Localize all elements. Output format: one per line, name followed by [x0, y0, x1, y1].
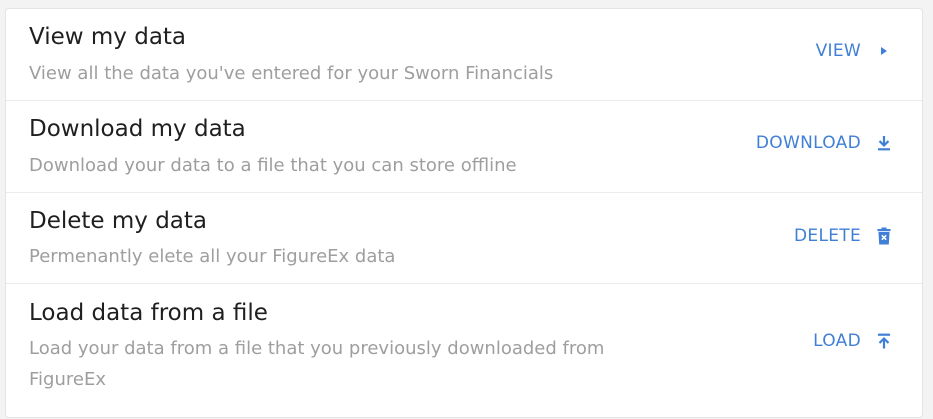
load-data-description-line2: FigureEx [29, 369, 106, 390]
view-data-description: View all the data you've entered for you… [29, 63, 554, 84]
load-data-row: Load data from a file Load your data fro… [6, 284, 922, 419]
delete-button-label: DELETE [794, 226, 861, 246]
download-button-label: DOWNLOAD [755, 133, 861, 153]
trash-icon [876, 227, 892, 245]
delete-data-description: Permenantly elete all your FigureEx data [29, 246, 396, 267]
delete-button[interactable]: DELETE [794, 226, 892, 246]
download-data-row: Download my data Download your data to a… [6, 101, 922, 193]
load-button[interactable]: LOAD [813, 331, 892, 351]
view-data-row: View my data View all the data you've en… [6, 9, 922, 101]
download-data-title: Download my data [29, 116, 246, 142]
upload-icon [876, 332, 892, 350]
caret-right-icon [876, 42, 892, 60]
view-data-title: View my data [29, 24, 187, 50]
view-button[interactable]: VIEW [816, 41, 892, 61]
delete-data-title: Delete my data [29, 208, 208, 234]
load-data-description-line1: Load your data from a file that you prev… [29, 338, 605, 359]
data-settings-card: View my data View all the data you've en… [5, 8, 923, 418]
load-button-label: LOAD [813, 331, 861, 351]
download-data-description: Download your data to a file that you ca… [29, 155, 517, 176]
download-icon [876, 134, 892, 152]
view-button-label: VIEW [815, 41, 861, 61]
load-data-title: Load data from a file [29, 300, 268, 326]
download-button[interactable]: DOWNLOAD [756, 133, 892, 153]
delete-data-row: Delete my data Permenantly elete all you… [6, 193, 922, 284]
